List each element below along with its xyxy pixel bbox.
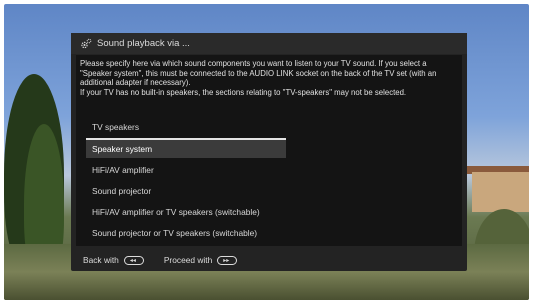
option-label: TV speakers (92, 122, 140, 132)
settings-gear-icon (81, 38, 92, 48)
option-label: Speaker system (92, 144, 153, 155)
description-paragraph: If your TV has no built-in speakers, the… (80, 88, 407, 98)
option-speaker-system[interactable]: Speaker system (86, 138, 286, 159)
option-sound-projector[interactable]: Sound projector (86, 181, 286, 201)
option-label: HiFi/AV amplifier (92, 164, 154, 175)
fast-forward-key-icon: ▸▸ (217, 255, 238, 265)
option-hifi-av-or-tv-speakers[interactable]: HiFi/AV amplifier or TV speakers (switch… (86, 202, 286, 222)
dialog-description: Please specify here via which sound comp… (80, 59, 460, 98)
proceed-button[interactable]: Proceed with ▸▸ (163, 255, 238, 265)
dialog-title: Sound playback via ... (97, 38, 190, 49)
dialog-content: Please specify here via which sound comp… (76, 55, 462, 246)
option-tv-speakers[interactable]: TV speakers (86, 117, 286, 137)
background-house (472, 172, 529, 212)
back-label: Back with (83, 255, 119, 265)
option-label: Sound projector or TV speakers (switchab… (92, 228, 258, 239)
description-paragraph: Please specify here via which sound comp… (80, 59, 437, 88)
back-button[interactable]: Back with ◂◂ (83, 255, 144, 265)
option-label: HiFi/AV amplifier or TV speakers (switch… (92, 207, 260, 218)
sound-option-list: TV speakers Speaker system HiFi/AV ampli… (86, 117, 286, 245)
dialog-title-bar: Sound playback via ... (71, 33, 467, 54)
option-sound-projector-or-tv-speakers[interactable]: Sound projector or TV speakers (switchab… (86, 223, 286, 243)
option-label: Sound projector (92, 185, 152, 196)
rewind-key-icon: ◂◂ (123, 255, 144, 265)
option-hifi-av-amplifier[interactable]: HiFi/AV amplifier (86, 160, 286, 180)
proceed-label: Proceed with (163, 255, 213, 265)
dialog-footer: Back with ◂◂ Proceed with ▸▸ (71, 249, 467, 271)
sound-playback-dialog: Sound playback via ... Please specify he… (71, 33, 467, 271)
